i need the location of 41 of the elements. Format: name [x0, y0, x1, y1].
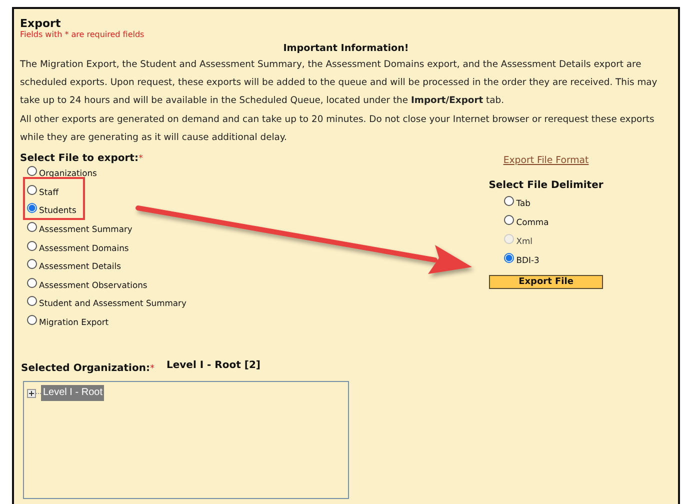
option-label: Xml [516, 236, 533, 246]
option-label[interactable]: Assessment Details [39, 261, 121, 272]
field-label: Selected Organization: [21, 362, 150, 374]
option-label[interactable]: Assessment Summary [39, 224, 132, 234]
radio-button[interactable] [27, 278, 37, 288]
required-mark: * [138, 154, 143, 164]
radio-button[interactable] [27, 203, 37, 214]
expand-icon[interactable] [27, 388, 36, 398]
option-label[interactable]: Migration Export [39, 317, 109, 328]
radio-button[interactable] [504, 252, 514, 262]
radio-button[interactable] [27, 315, 37, 326]
format-link[interactable]: Export File Format [503, 155, 589, 166]
option-label[interactable]: Assessment Domains [39, 242, 129, 253]
radio-button[interactable] [27, 240, 37, 251]
option-label[interactable]: Comma [516, 216, 549, 226]
option-label[interactable]: Students [39, 205, 76, 216]
option-label[interactable]: Student and Assessment Summary [39, 298, 186, 308]
tree-item[interactable]: Level I - Root [41, 385, 104, 402]
option-label[interactable]: Staff [39, 186, 59, 197]
option-label[interactable]: Assessment Observations [39, 280, 148, 290]
radio-button[interactable] [27, 184, 37, 195]
radio-button[interactable] [27, 259, 37, 270]
selected-organization: Level I - Root [2] [166, 360, 260, 371]
radio-button[interactable] [27, 166, 37, 176]
radio-button[interactable] [27, 222, 37, 232]
page-title: Export [20, 17, 62, 30]
radio-button[interactable] [504, 214, 514, 224]
option-label[interactable]: Tab [516, 198, 530, 208]
required-note: Fields with * are required fields [20, 30, 146, 40]
field-label: Select File Delimiter [488, 180, 604, 191]
info-paragraph: The Migration Export, the Student and Assessment Summary, the Assessment Domains export, and the Assessment Details export are scheduled exports. Upon request, these exports will be added to the queue and will be processed in the order they are received. This may take up to 24 hours and will be available in the Scheduled Queue, located under the Import/Export tab. [20, 58, 658, 108]
info-heading: Important Information! [282, 42, 410, 56]
option-label[interactable]: BDI-3 [516, 254, 540, 264]
radio-button[interactable] [27, 296, 37, 306]
highlight-box [23, 177, 85, 220]
required-mark: * [150, 364, 154, 374]
info-paragraph: All other exports are generated on demand and can take up to 20 minutes. Do not close your Internet browser or rerequest these exports while they are generating as it will cause additional delay. [20, 113, 656, 145]
export-button[interactable]: Export File [489, 275, 603, 289]
field-label: Select File to export: [20, 153, 138, 164]
radio-button[interactable] [504, 196, 514, 206]
option-label[interactable]: Organizations [39, 168, 97, 178]
